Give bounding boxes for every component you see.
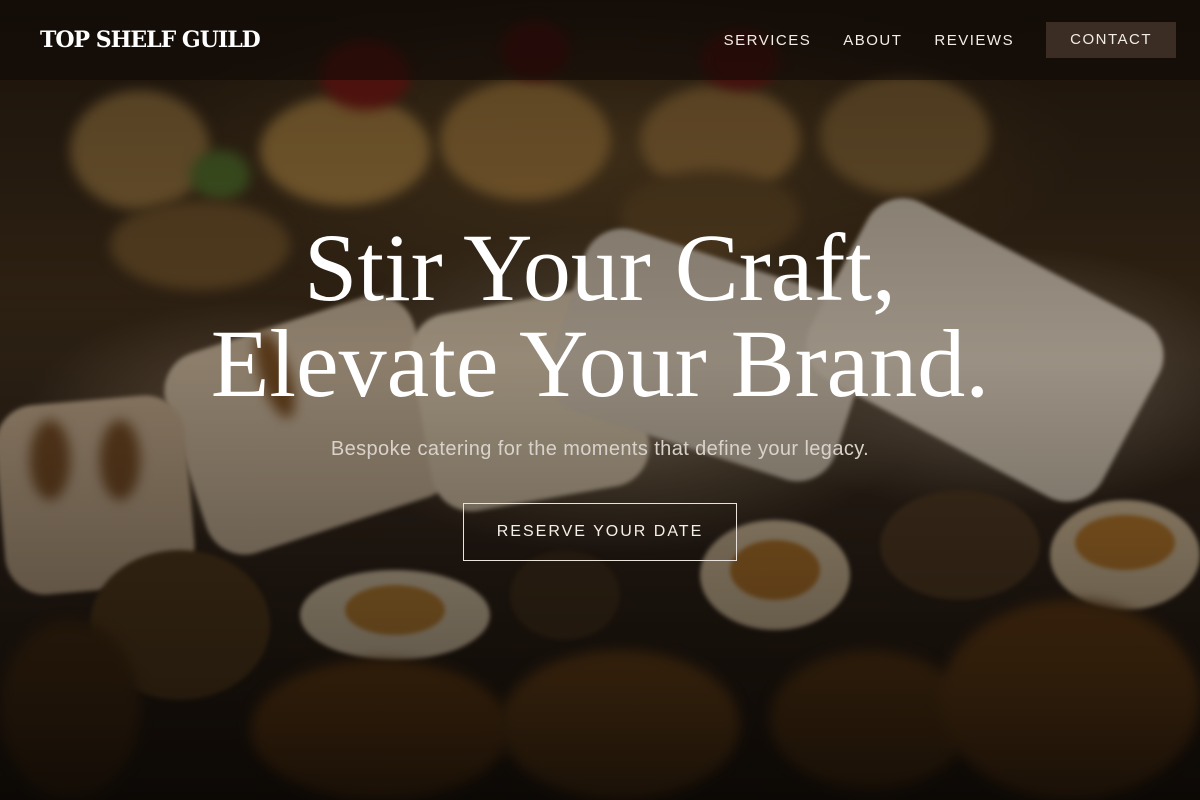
reserve-date-button[interactable]: RESERVE YOUR DATE xyxy=(463,503,737,561)
nav-item-services[interactable]: SERVICES xyxy=(724,32,812,49)
nav-links: SERVICES ABOUT REVIEWS CONTACT xyxy=(724,22,1176,58)
hero-content: Stir Your Craft, Elevate Your Brand. Bes… xyxy=(0,220,1200,561)
hero-headline: Stir Your Craft, Elevate Your Brand. xyxy=(0,220,1200,412)
hero-headline-line-1: Stir Your Craft, xyxy=(303,214,897,321)
contact-button[interactable]: CONTACT xyxy=(1046,22,1176,58)
hero-headline-line-2: Elevate Your Brand. xyxy=(210,310,990,417)
nav-item-about[interactable]: ABOUT xyxy=(843,32,902,49)
hero-subtitle: Bespoke catering for the moments that de… xyxy=(330,438,870,460)
top-navigation: TOP SHELF GUILD SERVICES ABOUT REVIEWS C… xyxy=(0,0,1200,80)
hero-section: TOP SHELF GUILD SERVICES ABOUT REVIEWS C… xyxy=(0,0,1200,800)
brand-logo[interactable]: TOP SHELF GUILD xyxy=(40,27,261,53)
nav-item-reviews[interactable]: REVIEWS xyxy=(934,32,1014,49)
